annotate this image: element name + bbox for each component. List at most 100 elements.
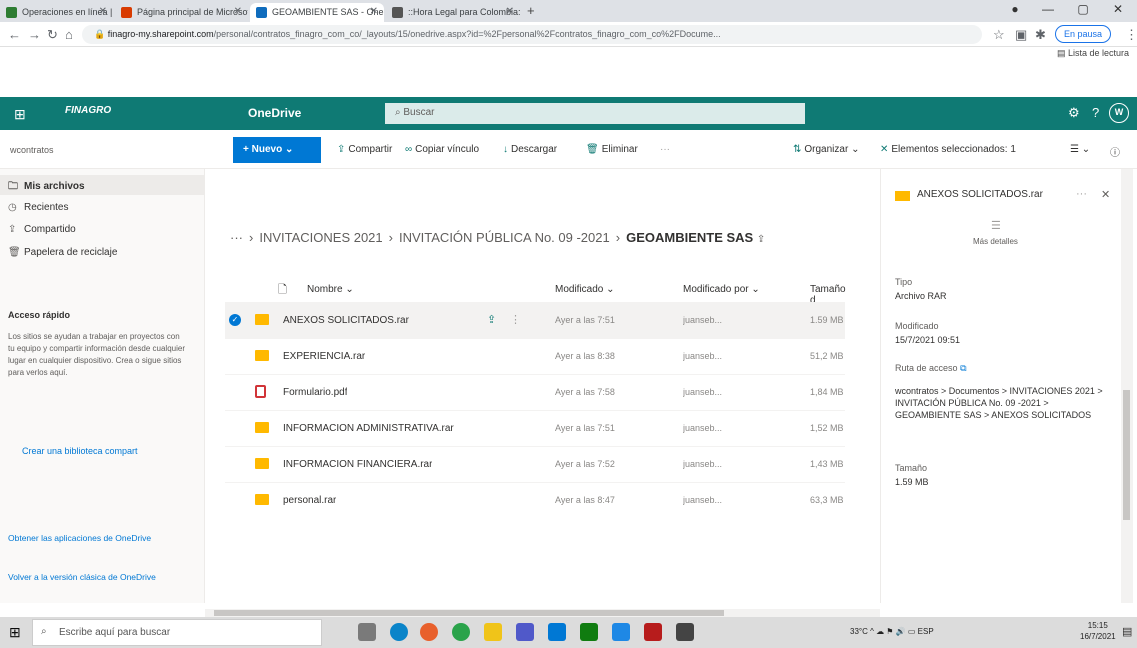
close-icon[interactable]: ✕ [234, 6, 242, 17]
column-name[interactable]: Nombre ⌄ [307, 284, 354, 295]
reading-list-button[interactable]: ▤ Lista de lectura [1057, 48, 1129, 59]
windows-start-icon[interactable]: ⊞ [9, 624, 21, 641]
app-icon[interactable] [612, 623, 630, 641]
table-row[interactable]: ✓ ANEXOS SOLICITADOS.rar ⇪ ⋮ Ayer a las 7:51… [225, 302, 845, 338]
file-type-icon[interactable]: 🗋 [278, 281, 287, 300]
copy-link-button[interactable]: ∞ Copiar vínculo [405, 144, 479, 155]
create-library-link[interactable]: Crear una biblioteca compart [22, 446, 138, 456]
share-button[interactable]: ⇪ Compartir [337, 144, 392, 155]
file-name[interactable]: EXPERIENCIA.rar [283, 351, 365, 362]
copy-icon[interactable]: ⧉ [960, 363, 966, 373]
table-row[interactable]: EXPERIENCIA.rar Ayer a las 8:38 juanseb...… [225, 338, 845, 374]
app-icon[interactable] [676, 623, 694, 641]
more-details-link[interactable]: Más detalles [973, 237, 1018, 246]
menu-icon[interactable]: ⋮ [1125, 27, 1137, 43]
extension-icon[interactable]: ▣ [1015, 27, 1027, 43]
back-icon[interactable]: ← [8, 27, 21, 42]
share-icon[interactable]: ⇪ [757, 234, 765, 245]
settings-icon[interactable]: ⚙ [1068, 105, 1080, 121]
browser-tab-active[interactable]: GEOAMBIENTE SAS - OneDrive✕ [250, 3, 384, 22]
reload-icon[interactable]: ↻ [47, 27, 58, 43]
folder-icon: 🗀 [8, 181, 18, 192]
file-name[interactable]: INFORMACION ADMINISTRATIVA.rar [283, 423, 454, 434]
edge-icon[interactable] [390, 623, 408, 641]
horizontal-scrollbar-thumb[interactable] [214, 610, 724, 616]
star-icon[interactable]: ☆ [993, 27, 1005, 43]
file-name[interactable]: ANEXOS SOLICITADOS.rar [283, 315, 409, 326]
sort-label: Organizar [804, 144, 849, 155]
maximize-icon[interactable]: ▢ [1068, 2, 1098, 16]
task-view-icon[interactable] [358, 623, 376, 641]
file-name[interactable]: Formulario.pdf [283, 387, 347, 398]
app-title[interactable]: OneDrive [248, 106, 301, 120]
view-options-icon[interactable]: ☰ ⌄ [1070, 144, 1090, 155]
weather-temp[interactable]: 33°C [850, 627, 868, 636]
new-button[interactable]: + Nuevo ⌄ [233, 137, 321, 163]
breadcrumb-item[interactable]: INVITACIONES 2021 [259, 230, 382, 245]
file-name[interactable]: personal.rar [283, 495, 336, 506]
delete-button[interactable]: 🗑 Eliminar [586, 144, 638, 155]
home-icon[interactable]: ⌂ [65, 27, 73, 42]
forward-icon[interactable]: → [28, 27, 41, 42]
scrollbar-thumb[interactable] [1123, 390, 1130, 520]
nav-item-recycle-bin[interactable]: 🗑 Papelera de reciclaje [8, 247, 117, 258]
classic-view-link[interactable]: Volver a la versión clásica de OneDrive [8, 572, 173, 583]
sort-button[interactable]: ⇅ Organizar ⌄ [793, 144, 859, 155]
more-commands-button[interactable]: ··· [660, 144, 670, 155]
close-icon[interactable]: ✕ [506, 6, 514, 17]
close-icon[interactable]: ✕ [370, 6, 378, 17]
table-row[interactable]: INFORMACION FINANCIERA.rar Ayer a las 7:5… [225, 446, 845, 482]
file-modified: Ayer a las 7:58 [555, 387, 615, 397]
selected-count-button[interactable]: ✕ Elementos seleccionados: 1 [880, 144, 1016, 155]
app-icon[interactable] [644, 623, 662, 641]
language-indicator[interactable]: ESP [918, 627, 934, 636]
avatar[interactable]: W [1109, 103, 1129, 123]
excel-icon[interactable] [580, 623, 598, 641]
table-row[interactable]: INFORMACION ADMINISTRATIVA.rar Ayer a las… [225, 410, 845, 446]
breadcrumb-item[interactable]: INVITACIÓN PÚBLICA No. 09 -2021 [399, 230, 610, 245]
nav-item-shared[interactable]: ⇪ Compartido [8, 224, 76, 235]
new-tab-icon[interactable]: + [527, 3, 535, 18]
clock[interactable]: 15:15 16/7/2021 [1080, 620, 1116, 642]
taskbar-search[interactable]: ⌕ Escribe aquí para buscar [32, 619, 322, 646]
profile-dot-icon[interactable]: ● [1000, 2, 1030, 16]
breadcrumb: ··· › INVITACIONES 2021 › INVITACIÓN PÚBLICA… [230, 230, 766, 245]
browser-tab[interactable]: ::Hora Legal para Colombia:: ✕ [386, 3, 520, 22]
vertical-scrollbar[interactable] [1121, 169, 1133, 603]
close-icon[interactable]: ✕ [99, 6, 107, 17]
search-input[interactable]: ⌕ Buscar [385, 103, 805, 124]
puzzle-icon[interactable]: ✱ [1035, 27, 1046, 43]
column-modified-by[interactable]: Modificado por ⌄ [683, 284, 760, 295]
checkmark-icon[interactable]: ✓ [229, 314, 241, 326]
more-icon[interactable]: ⋮ [510, 313, 521, 326]
app-launcher-icon[interactable]: ⊞ [14, 106, 26, 123]
info-icon[interactable]: ⓘ [1110, 144, 1120, 159]
file-explorer-icon[interactable] [484, 623, 502, 641]
close-window-icon[interactable]: ✕ [1103, 2, 1133, 16]
outlook-icon[interactable] [548, 623, 566, 641]
chrome-icon[interactable] [452, 623, 470, 641]
download-icon: ↓ [503, 144, 508, 155]
more-icon[interactable]: ··· [1076, 188, 1087, 200]
close-icon[interactable]: ✕ [1101, 188, 1110, 201]
get-apps-link[interactable]: Obtener las aplicaciones de OneDrive [8, 533, 173, 544]
url-input[interactable]: 🔒 finagro-my.sharepoint.com/personal/con… [82, 25, 982, 44]
nav-item-my-files[interactable]: 🗀 Mis archivos [8, 179, 85, 196]
table-row[interactable]: personal.rar Ayer a las 8:47 juanseb... 63,… [225, 482, 845, 518]
notification-icon[interactable]: ▤ [1122, 625, 1132, 638]
breadcrumb-ellipsis[interactable]: ··· [230, 230, 243, 245]
company-logo[interactable]: FINAGRO [65, 105, 111, 116]
nav-item-recent[interactable]: ◷ Recientes [8, 202, 68, 213]
teams-icon[interactable] [516, 623, 534, 641]
help-icon[interactable]: ? [1092, 105, 1099, 120]
column-modified[interactable]: Modificado ⌄ [555, 284, 615, 295]
table-row[interactable]: Formulario.pdf Ayer a las 7:58 juanseb... 1… [225, 374, 845, 410]
browser-tab[interactable]: Página principal de Microsoft O✕ [115, 3, 248, 22]
opera-icon[interactable] [420, 623, 438, 641]
download-button[interactable]: ↓ Descargar [503, 144, 557, 155]
profile-paused-button[interactable]: En pausa [1055, 25, 1112, 43]
browser-tab[interactable]: Operaciones en línea | Finagro✕ [0, 3, 113, 22]
minimize-icon[interactable]: — [1033, 2, 1063, 16]
file-name[interactable]: INFORMACION FINANCIERA.rar [283, 459, 432, 470]
share-icon[interactable]: ⇪ [487, 313, 496, 326]
